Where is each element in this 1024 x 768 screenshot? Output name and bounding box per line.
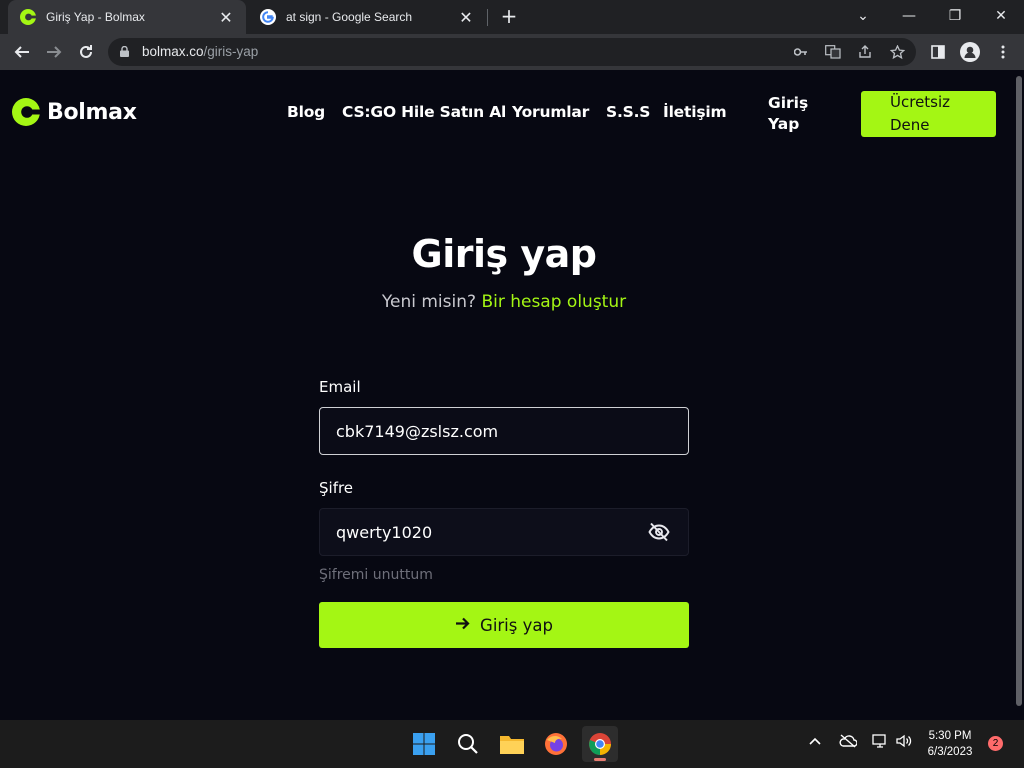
bolmax-favicon-icon	[20, 9, 37, 25]
close-tab-icon[interactable]: ✕	[216, 8, 236, 27]
arrow-right-icon	[455, 615, 470, 635]
google-favicon-icon	[260, 9, 276, 25]
forward-icon[interactable]	[40, 38, 68, 66]
password-input[interactable]	[336, 509, 636, 555]
page-scrollbar[interactable]	[1014, 70, 1024, 720]
tab-search-icon[interactable]: ⌄	[840, 0, 886, 32]
bolmax-logo-icon	[12, 98, 41, 126]
chrome-icon[interactable]	[582, 726, 618, 762]
new-user-question: Yeni misin?	[381, 292, 477, 312]
login-link-line1: Giriş	[768, 94, 809, 112]
start-icon[interactable]	[406, 726, 442, 762]
create-account-link[interactable]: Bir hesap oluştur	[481, 292, 626, 312]
browser-toolbar: bolmax.co/giris-yap	[0, 34, 1024, 70]
submit-label: Giriş yap	[480, 615, 553, 635]
email-field[interactable]	[319, 407, 689, 455]
nav-contact[interactable]: İletişim	[663, 103, 727, 121]
login-submit-button[interactable]: Giriş yap	[319, 602, 689, 648]
login-link-line2: Yap	[768, 115, 800, 133]
scrollbar-thumb[interactable]	[1016, 76, 1022, 706]
restore-icon[interactable]: ❐	[932, 0, 978, 32]
page-content: Bolmax Blog CS:GO Hile Satın Al Yorumlar…	[0, 70, 1014, 720]
new-tab-button[interactable]: +	[498, 5, 520, 27]
tab-divider	[487, 9, 488, 26]
url-text: bolmax.co/giris-yap	[142, 44, 259, 59]
file-explorer-icon[interactable]	[494, 726, 530, 762]
password-label: Şifre	[319, 479, 354, 497]
nav-blog[interactable]: Blog	[287, 103, 325, 121]
minimize-icon[interactable]: —	[886, 0, 932, 32]
clock-time: 5:30 PM	[928, 730, 972, 742]
tab-bolmax[interactable]: Giriş Yap - Bolmax ✕	[8, 0, 246, 34]
brand-logo[interactable]: Bolmax	[12, 98, 137, 126]
email-input[interactable]	[336, 408, 636, 454]
hide-password-icon[interactable]	[648, 522, 670, 542]
tab-title: at sign - Google Search	[286, 10, 413, 24]
tab-google[interactable]: at sign - Google Search ✕	[248, 0, 486, 34]
brand-name: Bolmax	[47, 99, 137, 125]
clock-date: 6/3/2023	[927, 746, 973, 758]
notification-badge[interactable]: 2	[988, 736, 1003, 751]
active-app-indicator	[594, 758, 606, 761]
forgot-password-link[interactable]: Şifremi unuttum	[319, 567, 433, 583]
free-trial-button[interactable]: Ücretsiz Dene	[861, 91, 996, 137]
key-icon[interactable]	[792, 43, 810, 61]
password-field[interactable]	[319, 508, 689, 556]
nav-login-link[interactable]: Giriş Yap	[768, 93, 818, 135]
tab-strip: Giriş Yap - Bolmax ✕ at sign - Google Se…	[0, 0, 1024, 34]
profile-icon[interactable]	[960, 42, 980, 62]
cta-line1: Ücretsiz	[890, 93, 951, 111]
system-clock[interactable]: 5:30 PM 6/3/2023	[918, 728, 982, 760]
firefox-icon[interactable]	[538, 726, 574, 762]
reload-icon[interactable]	[72, 38, 100, 66]
bookmark-star-icon[interactable]	[888, 43, 906, 61]
menu-kebab-icon[interactable]	[993, 42, 1013, 62]
tab-title: Giriş Yap - Bolmax	[46, 10, 145, 24]
volume-icon[interactable]	[896, 734, 912, 752]
side-panel-icon[interactable]	[928, 42, 948, 62]
close-tab-icon[interactable]: ✕	[456, 8, 476, 27]
windows-taskbar: 5:30 PM 6/3/2023	[0, 720, 1024, 768]
signup-prompt: Yeni misin? Bir hesap oluştur	[0, 292, 1008, 312]
search-icon[interactable]	[450, 726, 486, 762]
page-title: Giriş yap	[411, 232, 597, 276]
cta-line2: Dene	[890, 116, 930, 134]
share-icon[interactable]	[856, 43, 874, 61]
network-icon[interactable]	[872, 734, 888, 752]
lock-icon	[120, 46, 129, 57]
close-window-icon[interactable]: ✕	[978, 0, 1024, 32]
onedrive-offline-icon[interactable]	[839, 734, 858, 752]
tray-overflow-icon[interactable]	[809, 734, 821, 749]
nav-reviews[interactable]: Yorumlar	[512, 103, 589, 121]
translate-icon[interactable]	[824, 43, 842, 61]
address-bar[interactable]: bolmax.co/giris-yap	[108, 38, 916, 66]
nav-csgo-hack[interactable]: CS:GO Hile Satın Al	[342, 103, 506, 121]
email-label: Email	[319, 378, 361, 396]
back-icon[interactable]	[8, 38, 36, 66]
nav-faq[interactable]: S.S.S	[606, 103, 650, 121]
